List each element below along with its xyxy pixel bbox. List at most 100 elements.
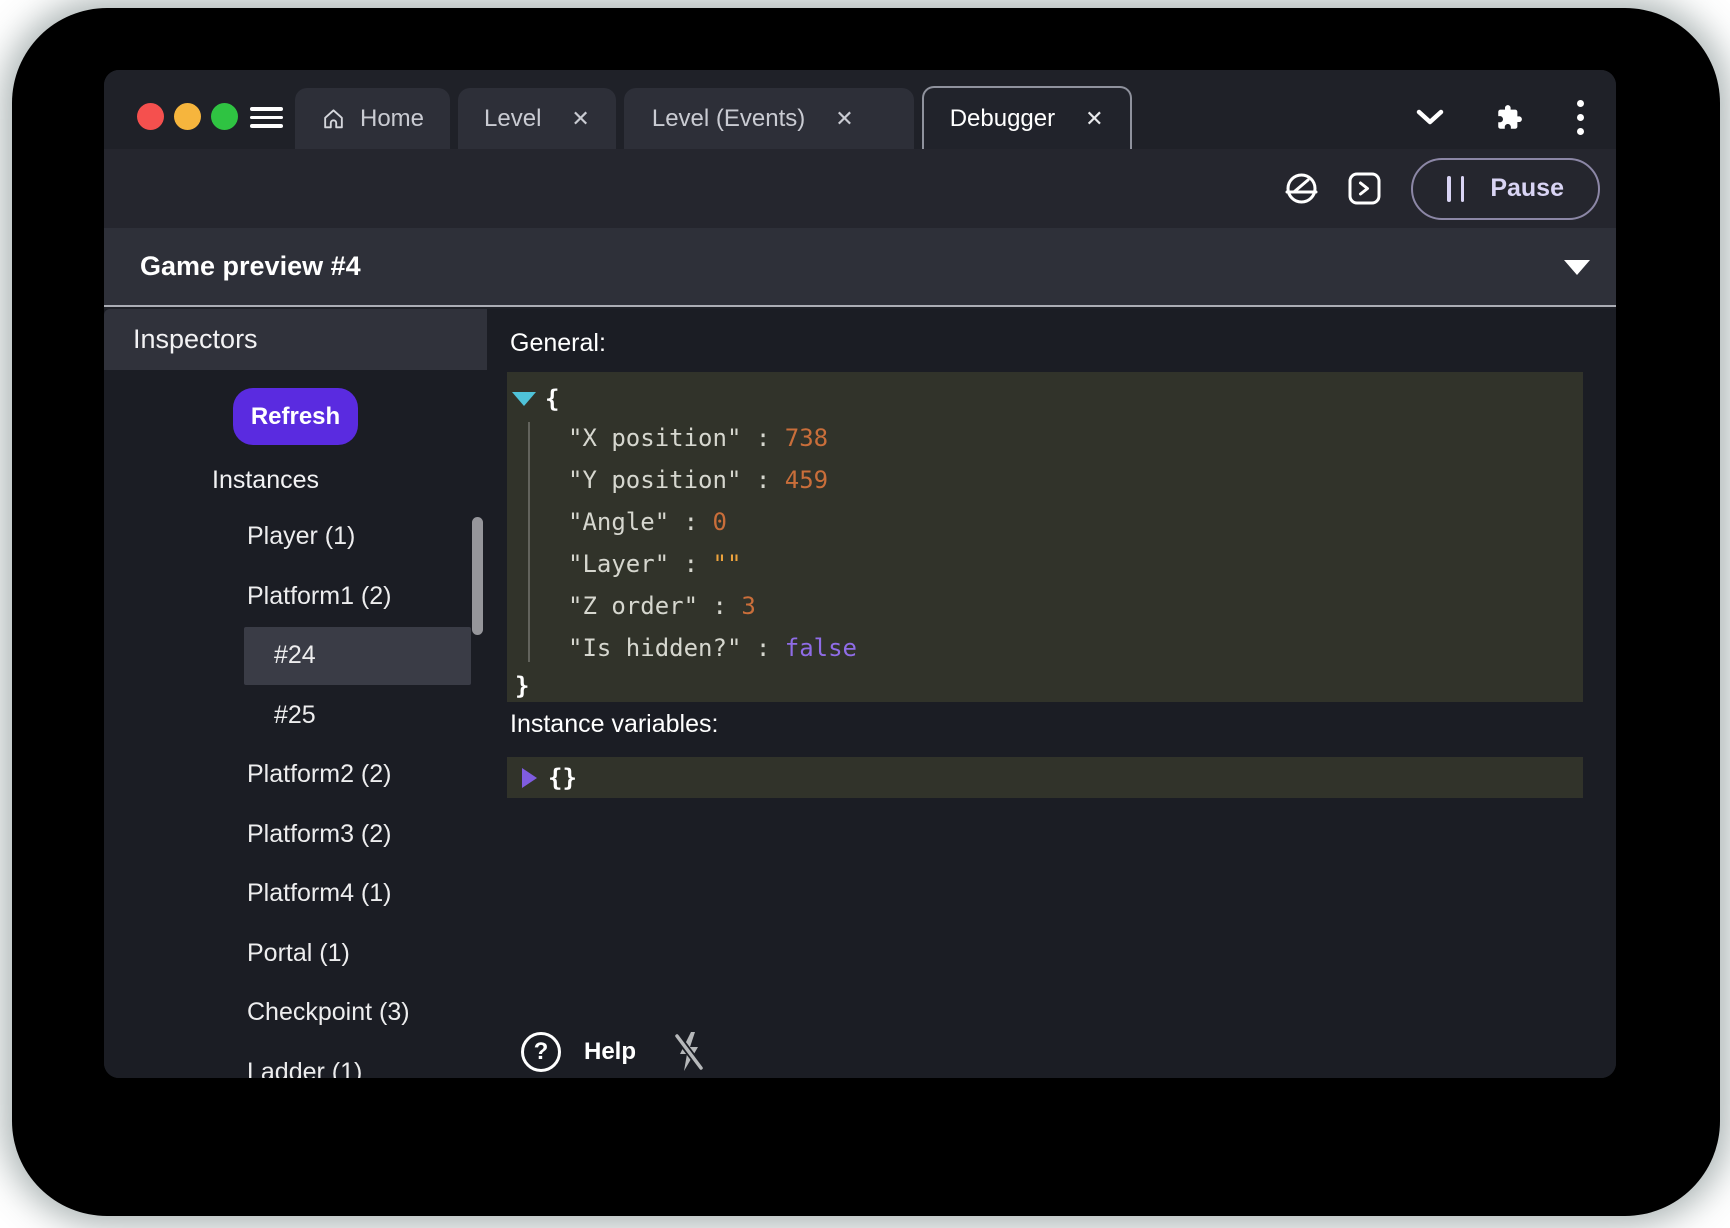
tree-item-label: Platform2 (2)	[247, 760, 391, 789]
profiler-gauge-icon[interactable]	[1285, 172, 1318, 205]
json-colon: :	[741, 634, 784, 662]
json-key: "Layer"	[568, 550, 669, 578]
tree-guide-line	[528, 422, 530, 662]
tab-bar: Home ✕ Level ✕	[295, 86, 1132, 149]
tab-level[interactable]: Level ✕	[458, 88, 616, 149]
json-value: 3	[741, 592, 755, 620]
json-colon: :	[741, 466, 784, 494]
tree-item-label: #25	[274, 701, 316, 730]
tab-home[interactable]: Home ✕	[295, 88, 450, 149]
close-tab-icon[interactable]: ✕	[571, 106, 589, 132]
tree-item-platform3-2[interactable]: Platform3 (2)	[104, 805, 487, 865]
tree-item-label: Player (1)	[247, 522, 355, 551]
expand-triangle-icon[interactable]	[522, 768, 537, 788]
tree-item-platform1-2[interactable]: Platform1 (2)	[104, 567, 487, 627]
json-root-close-row: }	[507, 669, 1583, 703]
tab-label: Debugger	[950, 105, 1055, 133]
close-window-button[interactable]	[137, 103, 164, 130]
debugger-content: Inspectors Refresh Instances Player (1) …	[104, 309, 1616, 1078]
tab-label: Level	[484, 105, 541, 133]
json-key: "Angle"	[568, 508, 669, 536]
tree-item-label: Platform4 (1)	[247, 879, 391, 908]
titlebar: Home ✕ Level ✕	[104, 70, 1616, 149]
collapse-triangle-icon[interactable]	[512, 392, 536, 406]
game-preview-selector[interactable]: Game preview #4	[104, 228, 1616, 307]
json-colon: :	[669, 508, 712, 536]
tree-item-label: Ladder (1)	[247, 1058, 362, 1078]
tree-item-label: Platform3 (2)	[247, 820, 391, 849]
json-value: 738	[785, 424, 828, 452]
tab-label: Home	[360, 105, 424, 133]
debugger-toolbar: Pause	[104, 149, 1616, 228]
more-options-kebab-icon[interactable]	[1575, 98, 1586, 137]
sidebar-scrollbar-thumb[interactable]	[472, 517, 483, 635]
inspectors-header: Inspectors	[104, 309, 487, 370]
json-key: "Z order"	[568, 592, 698, 620]
instances-root-label[interactable]: Instances	[104, 466, 487, 495]
tree-item-checkpoint-3[interactable]: Checkpoint (3)	[104, 983, 487, 1043]
json-key: "Is hidden?"	[568, 634, 741, 662]
tree-item-ladder-1[interactable]: Ladder (1)	[104, 1043, 487, 1079]
maximize-window-button[interactable]	[211, 103, 238, 130]
json-value: false	[785, 634, 857, 662]
instance-variables-viewer: {}	[507, 757, 1583, 798]
tab-label: Level (Events)	[652, 105, 805, 133]
help-question-icon: ?	[521, 1032, 561, 1072]
chevron-down-icon[interactable]	[1416, 109, 1444, 126]
tree-item-25[interactable]: #25	[104, 686, 487, 746]
app-window: Home ✕ Level ✕	[104, 70, 1616, 1078]
pause-button-label: Pause	[1490, 174, 1564, 203]
json-value: ""	[713, 550, 742, 578]
empty-object-value: {}	[548, 764, 577, 792]
json-value: 0	[713, 508, 727, 536]
tree-item-label: Checkpoint (3)	[247, 998, 410, 1027]
help-label: Help	[584, 1038, 636, 1066]
inspector-detail-panel: General: { "X position" : 738 "Y positio…	[487, 309, 1616, 1078]
general-json-viewer: { "X position" : 738 "Y position" : 459 …	[507, 372, 1583, 702]
tree-item-label: #24	[274, 641, 316, 670]
tab-level-events[interactable]: Level (Events) ✕	[624, 88, 914, 149]
tree-item-portal-1[interactable]: Portal (1)	[104, 924, 487, 984]
json-value: 459	[785, 466, 828, 494]
tree-item-24[interactable]: #24	[104, 626, 487, 686]
main-menu-icon[interactable]	[250, 107, 283, 128]
traffic-lights	[137, 103, 238, 130]
tree-item-label: Platform1 (2)	[247, 582, 391, 611]
refresh-button[interactable]: Refresh	[233, 388, 358, 445]
tree-item-label: Portal (1)	[247, 939, 350, 968]
json-key: "X position"	[568, 424, 741, 452]
json-root-row: {	[507, 372, 1583, 417]
home-icon	[321, 106, 346, 131]
console-icon[interactable]	[1348, 172, 1381, 205]
help-row: ? Help	[521, 1028, 709, 1076]
tree-item-platform2-2[interactable]: Platform2 (2)	[104, 745, 487, 805]
close-brace: }	[515, 672, 529, 700]
pause-icon	[1447, 176, 1464, 202]
inspectors-sidebar: Inspectors Refresh Instances Player (1) …	[104, 309, 487, 1078]
general-section-label: General:	[510, 329, 606, 358]
json-property-row[interactable]: "X position" : 738	[568, 417, 1583, 459]
tab-debugger[interactable]: Debugger ✕	[922, 86, 1132, 149]
close-tab-icon[interactable]: ✕	[1085, 106, 1103, 132]
pause-button[interactable]: Pause	[1411, 158, 1600, 220]
open-brace: {	[545, 385, 559, 413]
desktop-background: Home ✕ Level ✕	[0, 0, 1730, 1228]
json-property-row[interactable]: "Y position" : 459	[568, 459, 1583, 501]
json-property-row[interactable]: "Is hidden?" : false	[568, 627, 1583, 669]
json-colon: :	[669, 550, 712, 578]
game-preview-title: Game preview #4	[140, 251, 361, 282]
json-property-row[interactable]: "Layer" : ""	[568, 543, 1583, 585]
extensions-puzzle-icon[interactable]	[1496, 104, 1523, 131]
help-button[interactable]: ? Help	[521, 1032, 636, 1072]
tree-item-player-1[interactable]: Player (1)	[104, 507, 487, 567]
json-colon: :	[698, 592, 741, 620]
titlebar-actions	[1416, 98, 1586, 137]
instances-tree: Player (1) Platform1 (2) #24 #25	[104, 507, 487, 1078]
flash-off-icon[interactable]	[669, 1028, 709, 1076]
json-property-row[interactable]: "Z order" : 3	[568, 585, 1583, 627]
instance-variables-label: Instance variables:	[510, 710, 718, 739]
json-property-row[interactable]: "Angle" : 0	[568, 501, 1583, 543]
close-tab-icon[interactable]: ✕	[835, 106, 853, 132]
minimize-window-button[interactable]	[174, 103, 201, 130]
tree-item-platform4-1[interactable]: Platform4 (1)	[104, 864, 487, 924]
